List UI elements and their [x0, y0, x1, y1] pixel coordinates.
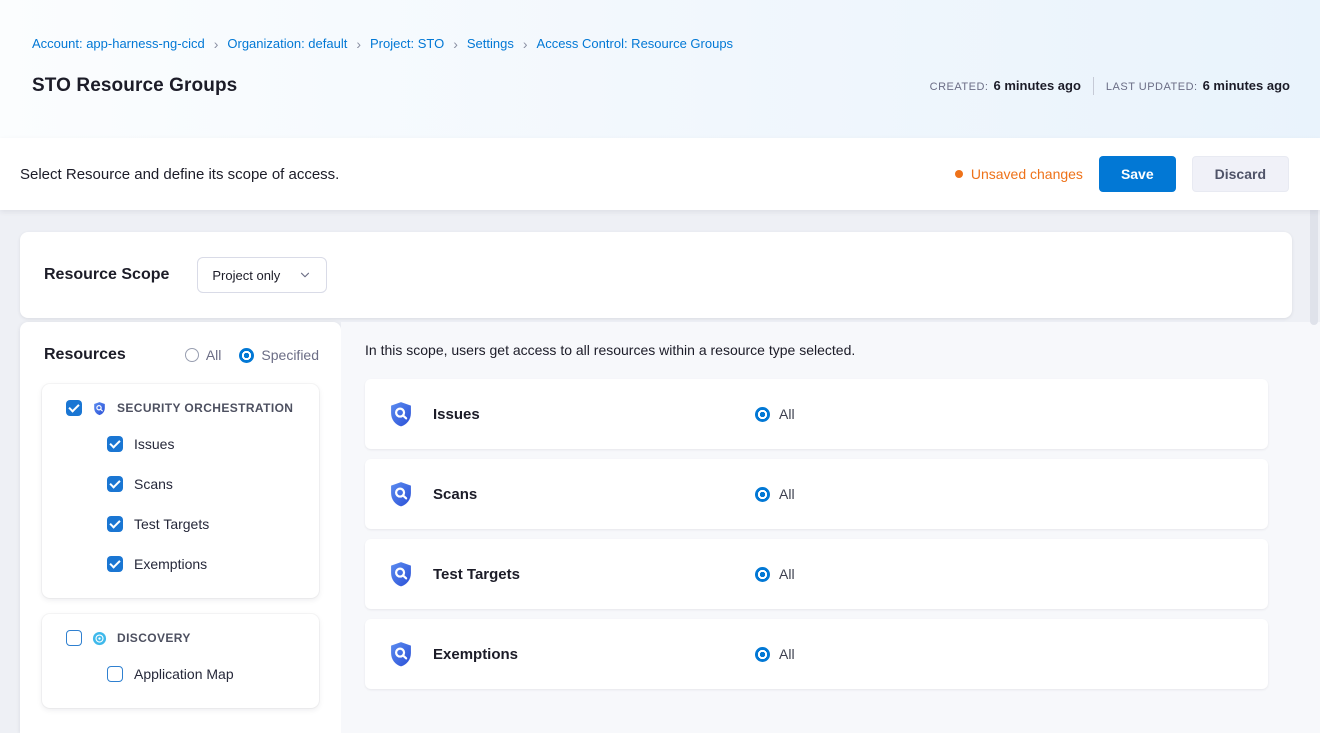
access-all-radio[interactable]: All — [755, 646, 795, 662]
resource-row-issues: Issues All — [365, 379, 1268, 449]
access-all-label: All — [779, 406, 795, 422]
resource-item-test-targets[interactable]: Test Targets — [66, 504, 307, 544]
radio-selected-icon[interactable] — [755, 567, 770, 582]
chevron-right-icon: › — [453, 36, 458, 51]
resource-item-scans[interactable]: Scans — [66, 464, 307, 504]
mode-option-specified-label: Specified — [261, 347, 319, 363]
breadcrumb-settings-link[interactable]: Settings — [467, 36, 514, 51]
meta-divider — [1093, 77, 1094, 95]
resources-panel: Resources All Specified S — [20, 322, 341, 733]
radio-selected-icon[interactable] — [755, 647, 770, 662]
page-header: Account: app-harness-ng-cicd › Organizat… — [0, 0, 1320, 138]
resource-row-label: Exemptions — [433, 646, 755, 663]
resources-mode-radio-group: All Specified — [185, 347, 319, 363]
shield-scan-icon — [387, 480, 415, 508]
last-updated-meta: LAST UPDATED: 6 minutes ago — [1106, 77, 1290, 95]
breadcrumb: Account: app-harness-ng-cicd › Organizat… — [32, 36, 1290, 51]
page-title: STO Resource Groups — [32, 75, 237, 97]
breadcrumb-project-link[interactable]: Project: STO — [370, 36, 444, 51]
unsaved-changes-label: Unsaved changes — [971, 166, 1083, 182]
resource-item-application-map[interactable]: Application Map — [66, 654, 307, 694]
item-checkbox[interactable] — [107, 476, 123, 492]
shield-scan-icon — [387, 640, 415, 668]
radio-selected-icon[interactable] — [755, 407, 770, 422]
item-checkbox[interactable] — [107, 516, 123, 532]
shield-scan-icon — [92, 401, 107, 416]
resource-row-scans: Scans All — [365, 459, 1268, 529]
resource-scope-selected: Project only — [212, 268, 280, 283]
shield-scan-icon — [387, 560, 415, 588]
chevron-right-icon: › — [523, 36, 528, 51]
group-checkbox[interactable] — [66, 400, 82, 416]
breadcrumb-account-link[interactable]: Account: app-harness-ng-cicd — [32, 36, 205, 51]
shield-scan-icon — [387, 400, 415, 428]
resource-row-test-targets: Test Targets All — [365, 539, 1268, 609]
group-checkbox[interactable] — [66, 630, 82, 646]
resource-row-label: Issues — [433, 406, 755, 423]
created-label: CREATED: — [930, 81, 989, 93]
access-all-label: All — [779, 566, 795, 582]
access-all-radio[interactable]: All — [755, 486, 795, 502]
chevron-right-icon: › — [356, 36, 361, 51]
radar-icon — [92, 631, 107, 646]
item-checkbox[interactable] — [107, 436, 123, 452]
item-label: Test Targets — [134, 516, 209, 532]
group-name: SECURITY ORCHESTRATION — [117, 401, 293, 415]
created-value: 6 minutes ago — [993, 78, 1080, 93]
breadcrumb-resource-groups-link[interactable]: Access Control: Resource Groups — [537, 36, 734, 51]
action-toolbar: Select Resource and define its scope of … — [0, 138, 1320, 210]
item-checkbox[interactable] — [107, 556, 123, 572]
mode-option-all-label: All — [206, 347, 222, 363]
item-label: Exemptions — [134, 556, 207, 572]
radio-unselected-icon[interactable] — [185, 348, 199, 362]
item-label: Issues — [134, 436, 174, 452]
resource-row-label: Scans — [433, 486, 755, 503]
resource-group-discovery: DISCOVERY Application Map — [42, 614, 319, 708]
created-meta: CREATED: 6 minutes ago — [930, 77, 1081, 95]
resource-item-exemptions[interactable]: Exemptions — [66, 544, 307, 584]
last-updated-label: LAST UPDATED: — [1106, 81, 1198, 93]
resource-item-issues[interactable]: Issues — [66, 424, 307, 464]
radio-selected-icon[interactable] — [239, 348, 254, 363]
scope-description: In this scope, users get access to all r… — [365, 342, 1268, 358]
resources-panel-title: Resources — [44, 346, 126, 364]
access-all-label: All — [779, 646, 795, 662]
discard-button[interactable]: Discard — [1192, 156, 1289, 192]
resource-scope-label: Resource Scope — [44, 266, 169, 284]
item-label: Scans — [134, 476, 173, 492]
breadcrumb-organization-link[interactable]: Organization: default — [227, 36, 347, 51]
unsaved-dot-icon — [955, 170, 963, 178]
resource-row-exemptions: Exemptions All — [365, 619, 1268, 689]
resource-groups-page: Account: app-harness-ng-cicd › Organizat… — [0, 0, 1320, 733]
unsaved-changes-status: Unsaved changes — [955, 166, 1083, 182]
access-all-label: All — [779, 486, 795, 502]
access-all-radio[interactable]: All — [755, 566, 795, 582]
item-checkbox[interactable] — [107, 666, 123, 682]
vertical-scrollbar[interactable] — [1310, 142, 1318, 730]
toolbar-description: Select Resource and define its scope of … — [20, 166, 339, 183]
save-button[interactable]: Save — [1099, 156, 1176, 192]
resource-row-label: Test Targets — [433, 566, 755, 583]
radio-selected-icon[interactable] — [755, 487, 770, 502]
mode-option-all[interactable]: All — [185, 347, 222, 363]
resource-scope-dropdown[interactable]: Project only — [197, 257, 327, 293]
resource-scope-card: Resource Scope Project only — [20, 232, 1292, 318]
resource-group-security-orchestration: SECURITY ORCHESTRATION Issues Scans Test… — [42, 384, 319, 598]
item-label: Application Map — [134, 666, 234, 682]
chevron-right-icon: › — [214, 36, 219, 51]
chevron-down-icon — [298, 268, 312, 282]
scope-detail-area: In this scope, users get access to all r… — [341, 322, 1320, 733]
access-all-radio[interactable]: All — [755, 406, 795, 422]
last-updated-value: 6 minutes ago — [1203, 78, 1290, 93]
mode-option-specified[interactable]: Specified — [239, 347, 319, 363]
group-name: DISCOVERY — [117, 631, 191, 645]
timestamps-meta: CREATED: 6 minutes ago LAST UPDATED: 6 min… — [930, 77, 1290, 95]
